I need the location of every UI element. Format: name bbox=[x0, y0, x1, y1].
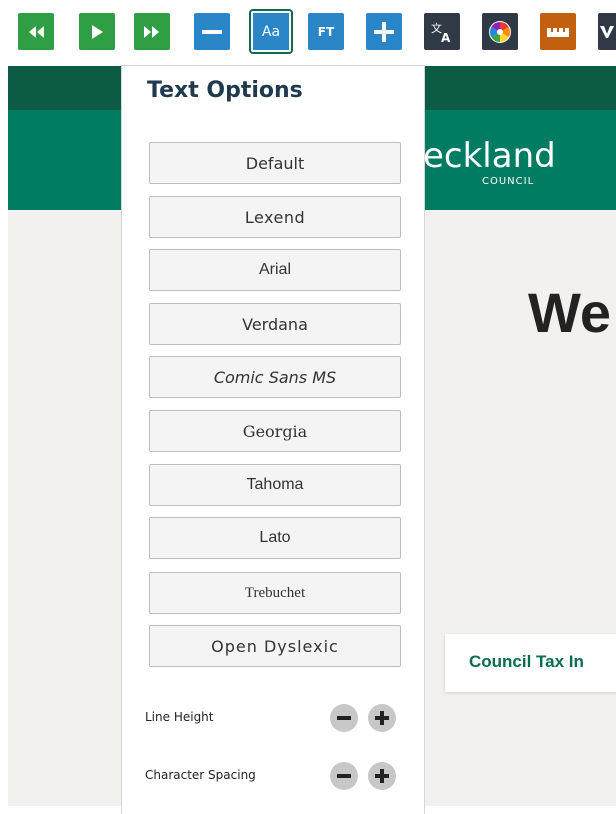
font-lexend-button[interactable]: Lexend bbox=[149, 196, 401, 238]
font-default-button[interactable]: Default bbox=[149, 142, 401, 184]
welcome-heading: We bbox=[528, 281, 611, 344]
rewind-icon bbox=[29, 25, 44, 38]
play-button[interactable] bbox=[79, 13, 115, 50]
font-georgia-button[interactable]: Georgia bbox=[149, 410, 401, 452]
character-spacing-decrease-button[interactable] bbox=[330, 762, 358, 790]
ruler-button[interactable] bbox=[540, 13, 576, 50]
line-height-decrease-button[interactable] bbox=[330, 704, 358, 732]
v-icon bbox=[600, 25, 614, 38]
accessibility-toolbar: Aa FT 文 A bbox=[0, 0, 616, 66]
font-tahoma-button[interactable]: Tahoma bbox=[149, 464, 401, 506]
font-type-icon: FT bbox=[317, 24, 335, 39]
site-logo-subtext: COUNCIL bbox=[482, 176, 535, 187]
minus-icon bbox=[337, 774, 351, 778]
plus-icon bbox=[374, 21, 394, 42]
panel-title: Text Options bbox=[147, 78, 303, 103]
font-comic-sans-button[interactable]: Comic Sans MS bbox=[149, 356, 401, 398]
font-trebuchet-button[interactable]: Trebuchet bbox=[149, 572, 401, 614]
font-lato-button[interactable]: Lato bbox=[149, 517, 401, 559]
text-options-icon: Aa bbox=[261, 23, 281, 40]
council-tax-card[interactable]: Council Tax In bbox=[445, 634, 616, 692]
svg-text:A: A bbox=[441, 31, 451, 43]
plus-icon bbox=[375, 711, 389, 725]
play-icon bbox=[92, 24, 103, 39]
minus-icon bbox=[202, 29, 222, 34]
site-logo-text[interactable]: eckland bbox=[423, 136, 556, 176]
text-options-button[interactable]: Aa bbox=[249, 9, 293, 54]
font-arial-button[interactable]: Arial bbox=[149, 249, 401, 291]
plus-icon bbox=[375, 769, 389, 783]
color-button[interactable] bbox=[482, 13, 518, 50]
font-type-button[interactable]: FT bbox=[308, 13, 344, 50]
character-spacing-label: Character Spacing bbox=[145, 768, 256, 782]
line-height-increase-button[interactable] bbox=[368, 704, 396, 732]
translate-button[interactable]: 文 A bbox=[424, 13, 460, 50]
council-tax-link[interactable]: Council Tax In bbox=[469, 652, 584, 672]
partial-button[interactable] bbox=[598, 13, 616, 50]
rewind-button[interactable] bbox=[18, 13, 54, 50]
ruler-icon bbox=[547, 27, 569, 37]
font-verdana-button[interactable]: Verdana bbox=[149, 303, 401, 345]
minus-icon bbox=[337, 716, 351, 720]
text-options-panel: Text Options Default Lexend Arial Verdan… bbox=[121, 65, 425, 814]
increase-text-button[interactable] bbox=[366, 13, 402, 50]
decrease-text-button[interactable] bbox=[194, 13, 230, 50]
color-wheel-icon bbox=[489, 20, 511, 43]
fast-forward-icon bbox=[144, 25, 159, 38]
translate-icon: 文 A bbox=[431, 21, 451, 43]
line-height-label: Line Height bbox=[145, 710, 214, 724]
font-open-dyslexic-button[interactable]: Open Dyslexic bbox=[149, 625, 401, 667]
fast-forward-button[interactable] bbox=[134, 13, 170, 50]
character-spacing-increase-button[interactable] bbox=[368, 762, 396, 790]
